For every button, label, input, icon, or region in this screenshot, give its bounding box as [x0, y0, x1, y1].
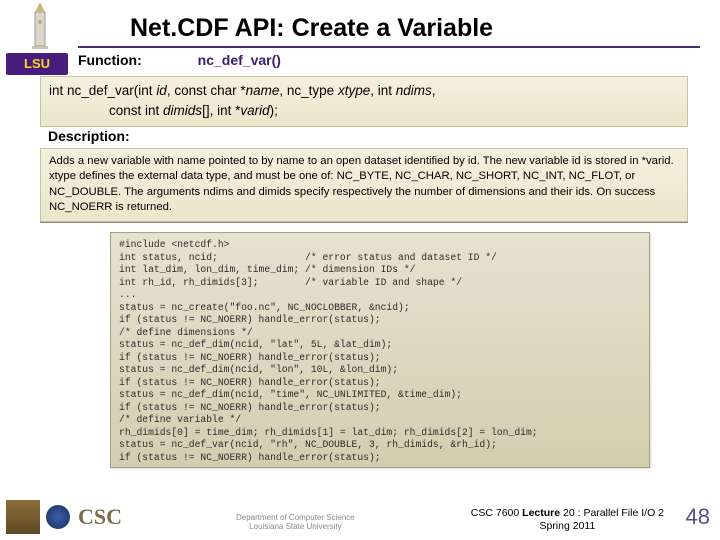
footer-logos: CSC	[6, 500, 122, 534]
nsf-logo-icon	[46, 505, 70, 529]
signature-line2: const int dimids[], int *varid);	[49, 101, 679, 121]
slide-title: Net.CDF API: Create a Variable	[130, 14, 493, 43]
description-underline	[40, 222, 688, 223]
lecture-info: CSC 7600 Lecture 20 : Parallel File I/O …	[471, 507, 664, 534]
code-box: #include <netcdf.h> int status, ncid; /*…	[110, 232, 650, 468]
lsu-logo: LSU	[6, 53, 68, 75]
signature-line1: int nc_def_var(int id, const char *name,…	[49, 81, 679, 101]
title-underline	[78, 46, 700, 48]
cct-logo-icon	[6, 500, 40, 534]
signature-box: int nc_def_var(int id, const char *name,…	[40, 76, 688, 127]
tower-icon	[24, 2, 56, 50]
function-label: Function:	[78, 52, 142, 68]
page-number: 48	[686, 504, 710, 530]
function-row: Function: nc_def_var()	[78, 52, 281, 68]
function-name: nc_def_var()	[198, 52, 281, 68]
slide: Net.CDF API: Create a Variable LSU Funct…	[0, 0, 720, 540]
description-text: Adds a new variable with name pointed to…	[49, 155, 674, 213]
footer: CSC Department of Computer Science Louis…	[0, 492, 720, 540]
description-label: Description:	[48, 128, 130, 144]
csc-text: CSC	[78, 504, 122, 530]
description-box: Adds a new variable with name pointed to…	[40, 148, 688, 222]
department-text: Department of Computer Science Louisiana…	[236, 513, 355, 532]
